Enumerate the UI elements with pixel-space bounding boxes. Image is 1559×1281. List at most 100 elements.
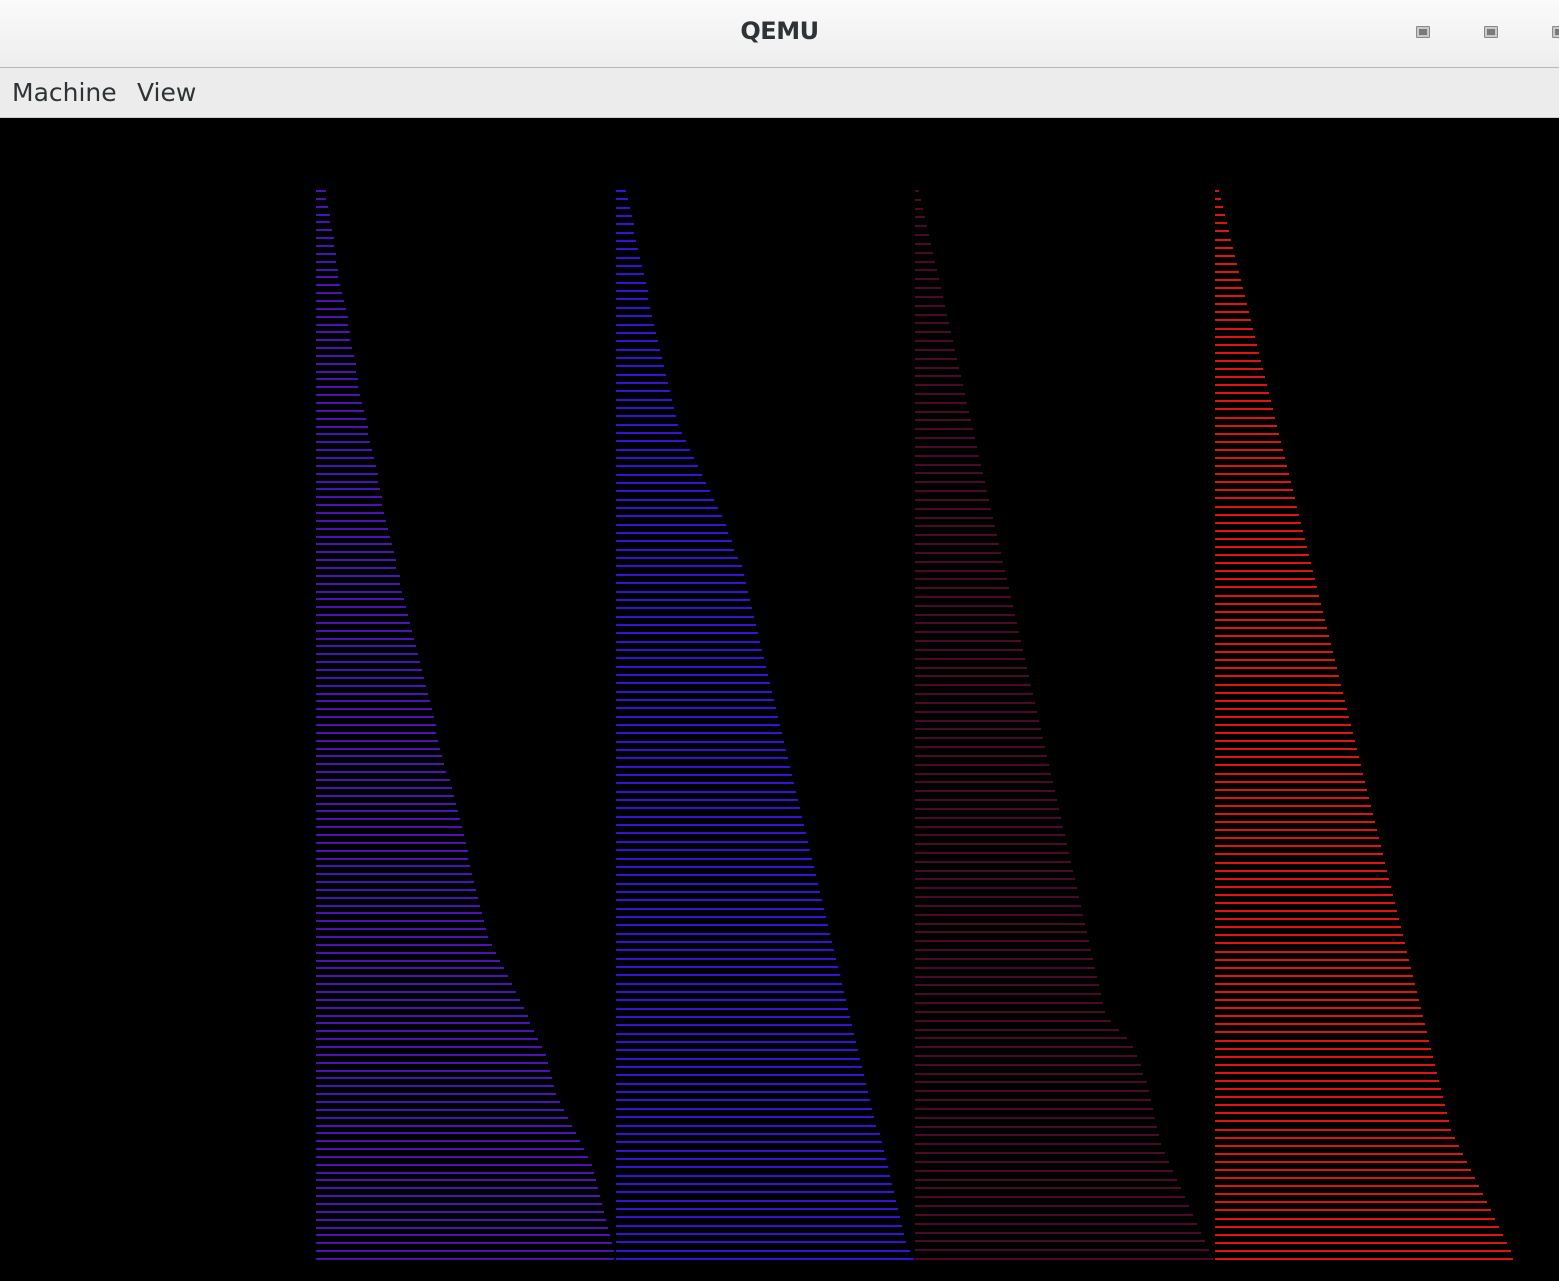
bar-line [316, 897, 478, 899]
bar-line [1215, 603, 1321, 605]
bar-line [316, 724, 436, 726]
bar-line [616, 474, 702, 476]
bar-line [1215, 829, 1377, 831]
maximize-button[interactable] [1484, 26, 1498, 38]
bar-line [616, 1150, 884, 1152]
bar-line [915, 1099, 1151, 1101]
bar-line [616, 1233, 904, 1235]
bar-line [616, 749, 786, 751]
guest-display[interactable] [0, 118, 1559, 1281]
bar-line [915, 905, 1081, 907]
bar-line [1215, 425, 1277, 427]
bar-line [1215, 1096, 1443, 1098]
bar-line [316, 1250, 614, 1252]
bar-line [1215, 198, 1221, 200]
bar-line [316, 873, 472, 875]
bar-line [316, 905, 480, 907]
bar-line [915, 728, 1041, 730]
bar-line [316, 850, 468, 852]
bar-line [616, 357, 662, 359]
bar-line [915, 622, 1017, 624]
bar-line [915, 464, 981, 466]
menu-machine[interactable]: Machine [10, 78, 119, 108]
bar-line [616, 315, 652, 317]
bar-line [1215, 530, 1303, 532]
bar-line [616, 499, 714, 501]
bar-line [316, 308, 346, 310]
bar-line [616, 832, 806, 834]
bar-line [915, 693, 1033, 695]
bar-line [316, 1062, 548, 1064]
bar-line [616, 891, 820, 893]
bar-line [1215, 1080, 1439, 1082]
bar-line [915, 349, 955, 351]
bar-line [616, 958, 836, 960]
bar-line [1215, 991, 1417, 993]
bar-line [1215, 222, 1227, 224]
bar-line [616, 941, 832, 943]
bar-pattern-graphic [316, 190, 1513, 1260]
bar-line [915, 490, 987, 492]
bar-line [316, 944, 492, 946]
minimize-button[interactable] [1416, 26, 1430, 38]
bar-line [1215, 546, 1307, 548]
bar-line [616, 974, 840, 976]
bar-line [616, 532, 728, 534]
close-button[interactable] [1552, 26, 1559, 38]
bar-line [915, 1143, 1161, 1145]
bar-line [316, 748, 440, 750]
bar-line [1215, 400, 1271, 402]
bar-line [1215, 910, 1397, 912]
bar-line [1215, 1193, 1483, 1195]
bar-line [616, 1225, 902, 1227]
bar-line [316, 433, 368, 435]
bar-line [316, 630, 412, 632]
bar-line [1215, 1137, 1455, 1139]
bar-line [316, 763, 444, 765]
bar-line [316, 418, 366, 420]
bar-line [1215, 473, 1289, 475]
bar-line [1215, 190, 1219, 192]
bar-line [915, 773, 1051, 775]
bar-line [1215, 934, 1403, 936]
bar-line [616, 1091, 868, 1093]
bar-line [915, 1249, 1209, 1251]
bar-line [616, 449, 690, 451]
bar-line [316, 1093, 556, 1095]
bar-line [616, 257, 640, 259]
bar-line [1215, 538, 1305, 540]
bar-line [915, 375, 961, 377]
bar-line [616, 557, 738, 559]
bar-line [915, 658, 1025, 660]
bar-line [915, 1081, 1147, 1083]
bar-line [616, 273, 644, 275]
bar-line [616, 374, 666, 376]
bar-line [316, 669, 422, 671]
bar-line [1215, 481, 1291, 483]
bar-line [1215, 1120, 1449, 1122]
bar-line [316, 488, 380, 490]
bar-line [1215, 813, 1373, 815]
window-title: QEMU [740, 17, 819, 45]
bar-line [1215, 667, 1337, 669]
bar-line [616, 1183, 892, 1185]
bar-line [915, 984, 1099, 986]
bar-line [316, 347, 352, 349]
bar-line [1215, 279, 1241, 281]
bar-line [1215, 206, 1223, 208]
bar-line [616, 649, 762, 651]
bar-line [316, 1125, 572, 1127]
bar-line [915, 278, 939, 280]
bar-line [915, 1073, 1143, 1075]
bar-line [316, 551, 394, 553]
bar-line [915, 649, 1023, 651]
bar-line [316, 520, 386, 522]
menu-view[interactable]: View [135, 78, 198, 108]
bar-line [616, 582, 746, 584]
title-bar[interactable]: QEMU [0, 0, 1559, 68]
bar-line [616, 465, 698, 467]
bar-line [316, 606, 406, 608]
bar-line [616, 265, 642, 267]
bar-line [915, 508, 991, 510]
bar-line [915, 914, 1083, 916]
